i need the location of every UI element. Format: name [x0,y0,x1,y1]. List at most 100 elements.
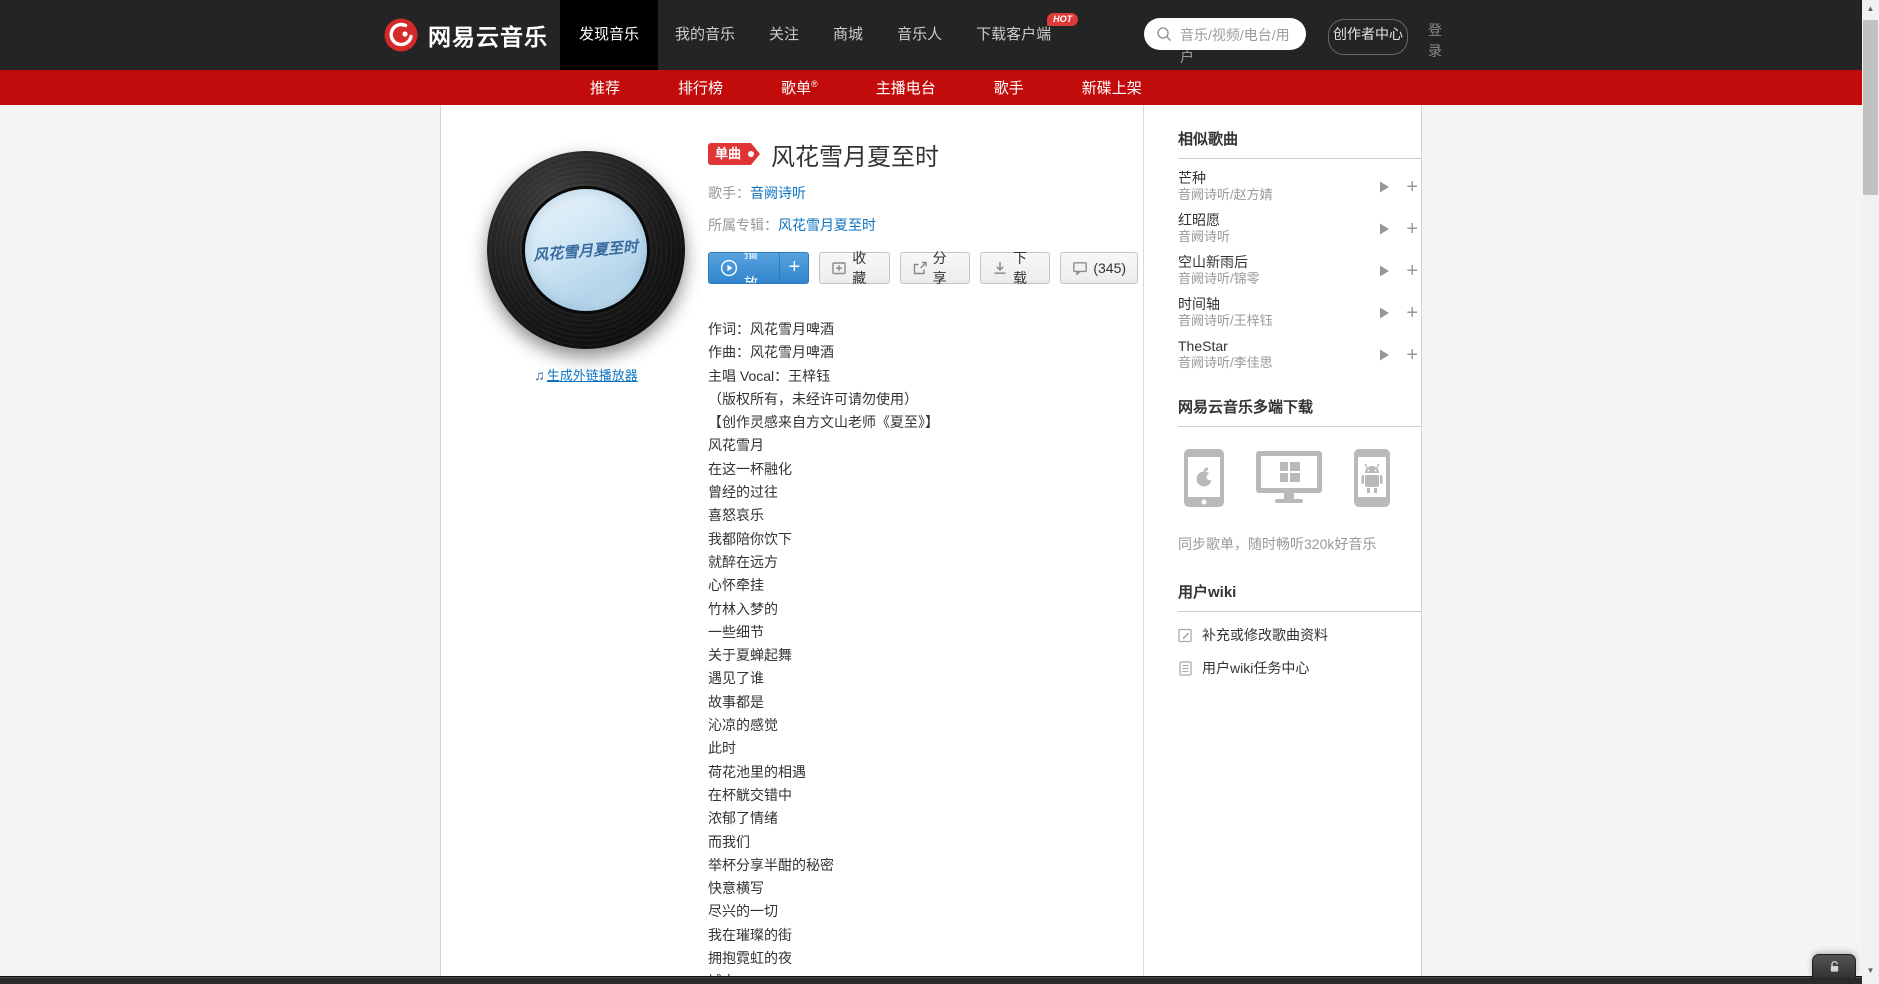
similar-song-actions: + [1379,219,1421,239]
subnav-item[interactable]: 主播电台 [876,77,936,98]
similar-songs-list: 芒种 音阙诗听/赵方婧 + 红昭愿 音阙诗听 + 空山新雨后 音阙诗听/锦零 +… [1178,170,1421,371]
similar-songs-title: 相似歌曲 [1178,128,1421,159]
subnav-item-label: 推荐 [590,80,621,97]
favorite-button[interactable]: 收藏 [819,250,890,286]
play-song-icon[interactable] [1379,265,1390,277]
download-button-label: 下载 [1012,250,1027,286]
sidebar: 相似歌曲 芒种 音阙诗听/赵方婧 + 红昭愿 音阙诗听 + 空山新雨后 音阙诗听… [1143,105,1441,984]
top-header-bar: 网易云音乐 发现音乐 我的音乐 关注 商城 音乐人 下载客户端 HOT 音乐/视… [0,0,1862,70]
album-label: 所属专辑： [708,217,778,233]
lyric-line: （版权所有，未经许可请勿使用） [708,390,918,407]
similar-song-artists: 音阙诗听/赵方婧 [1178,187,1273,202]
nav-my-music[interactable]: 我的音乐 [658,0,752,70]
similar-song-item: 空山新雨后 音阙诗听/锦零 + [1178,254,1421,287]
android-download-icon[interactable] [1354,449,1390,507]
subnav-item-label: 新碟上架 [1081,80,1142,97]
subnav-item[interactable]: 歌单® [781,77,818,98]
page: 网易云音乐 发现音乐 我的音乐 关注 商城 音乐人 下载客户端 HOT 音乐/视… [0,0,1879,984]
comment-button[interactable]: (345) [1060,252,1139,284]
similar-song-name[interactable]: 空山新雨后 [1178,254,1336,271]
lyric-line: 风花雪月 [708,437,764,454]
share-button[interactable]: 分享 [899,250,970,286]
page-scrollbar[interactable]: ▲ ▼ [1862,0,1879,984]
add-song-icon[interactable]: + [1406,345,1418,365]
similar-song-name[interactable]: 芒种 [1178,170,1336,187]
play-song-icon[interactable] [1379,349,1390,361]
lyric-line: 故事都是 [708,693,764,710]
play-button[interactable]: 播放 + [708,252,810,284]
nav-musician[interactable]: 音乐人 [880,0,959,70]
netease-logo-icon [384,18,418,52]
add-to-playlist-button[interactable]: + [779,253,808,283]
lyric-line: 我在璀璨的街 [708,926,792,943]
similar-song-item: 红昭愿 音阙诗听 + [1178,212,1421,245]
lyric-line: 竹林入梦的 [708,600,778,617]
hot-badge: HOT [1047,13,1079,26]
title-row: 单曲 风花雪月夏至时 [708,138,1138,171]
similar-song-texts: 时间轴 音阙诗听/王梓钰 [1178,296,1336,329]
pc-download-icon[interactable] [1256,451,1322,505]
song-info: 单曲 风花雪月夏至时 歌手：音阙诗听 所属专辑：风花雪月夏至时 播放 + 收藏 … [708,138,1139,286]
document-lines-icon [1178,660,1193,676]
play-song-icon[interactable] [1379,307,1390,319]
single-type-badge: 单曲 [708,143,761,165]
login-link[interactable]: 登录 [1428,20,1444,62]
player-bar-edge[interactable] [0,976,1879,984]
subnav-item-label: 主播电台 [875,80,936,97]
add-song-icon[interactable]: + [1406,177,1418,197]
nav-follow[interactable]: 关注 [752,0,816,70]
subnav-item-label: 歌手 [993,80,1024,97]
download-button[interactable]: 下载 [979,250,1051,286]
outchain-player-row: ♫ 生成外链播放器 [487,365,685,384]
sub-navigation-bar: 推荐 排行榜 歌单® 主播电台 歌手 新碟上架 [0,62,1862,105]
subnav-item[interactable]: 歌手 [994,77,1024,98]
nav-mall[interactable]: 商城 [816,0,880,70]
album-link[interactable]: 风花雪月夏至时 [778,217,876,233]
iphone-download-icon[interactable] [1184,449,1224,507]
edit-document-icon [1178,628,1193,643]
lyric-line: 此时 [708,740,736,757]
nav-download-client[interactable]: 下载客户端 HOT [959,0,1079,70]
similar-song-actions: + [1379,303,1421,323]
lyric-line: 关于夏蝉起舞 [708,647,792,664]
player-lock-tab[interactable] [1812,954,1856,978]
play-song-icon[interactable] [1379,181,1390,193]
wiki-edit-song-link[interactable]: 补充或修改歌曲资料 [1178,625,1421,645]
add-song-icon[interactable]: + [1406,261,1418,281]
lyric-line: 作曲：风花雪月啤酒 [708,344,834,361]
subnav-item[interactable]: 排行榜 [678,77,723,98]
subnav-item[interactable]: 新碟上架 [1082,77,1142,98]
download-caption: 同步歌单，随时畅听320k好音乐 [1178,536,1377,552]
similar-song-actions: + [1379,177,1421,197]
nav-discover-music[interactable]: 发现音乐 [560,0,659,70]
scrollbar-thumb[interactable] [1863,20,1878,195]
search-icon [1156,26,1172,47]
lyric-line: 尽兴的一切 [708,903,778,920]
similar-song-item: TheStar 音阙诗听/李佳思 + [1178,338,1421,371]
scrollbar-up-arrow[interactable]: ▲ [1862,2,1879,16]
similar-song-name[interactable]: 红昭愿 [1178,212,1336,229]
similar-song-name[interactable]: 时间轴 [1178,296,1336,313]
similar-song-artists: 音阙诗听/李佳思 [1178,355,1273,370]
lyric-line: 【创作灵感来自方文山老师《夏至》】 [708,414,939,431]
brand-name: 网易云音乐 [428,24,548,50]
generate-outchain-player-link[interactable]: 生成外链播放器 [547,368,638,383]
similar-song-texts: TheStar 音阙诗听/李佳思 [1178,338,1336,371]
user-wiki-title: 用户wiki [1178,581,1421,612]
album-cover-title: 风花雪月夏至时 [532,236,640,265]
play-song-icon[interactable] [1379,223,1390,235]
scrollbar-down-arrow[interactable]: ▼ [1862,964,1879,978]
wiki-task-center-link[interactable]: 用户wiki任务中心 [1178,658,1421,678]
subnav-item[interactable]: 推荐 [590,77,620,98]
favorite-folder-icon [831,260,847,276]
add-song-icon[interactable]: + [1406,219,1418,239]
similar-song-name[interactable]: TheStar [1178,338,1336,355]
download-section-title: 网易云音乐多端下载 [1178,396,1421,427]
netease-logo[interactable]: 网易云音乐 [384,0,548,70]
registered-mark: ® [811,79,818,89]
similar-song-texts: 芒种 音阙诗听/赵方婧 [1178,170,1336,203]
add-song-icon[interactable]: + [1406,303,1418,323]
search-input[interactable]: 音乐/视频/电台/用户 [1144,18,1306,65]
creator-center-button[interactable]: 创作者中心 [1328,19,1408,55]
artist-link[interactable]: 音阙诗听 [750,185,806,201]
